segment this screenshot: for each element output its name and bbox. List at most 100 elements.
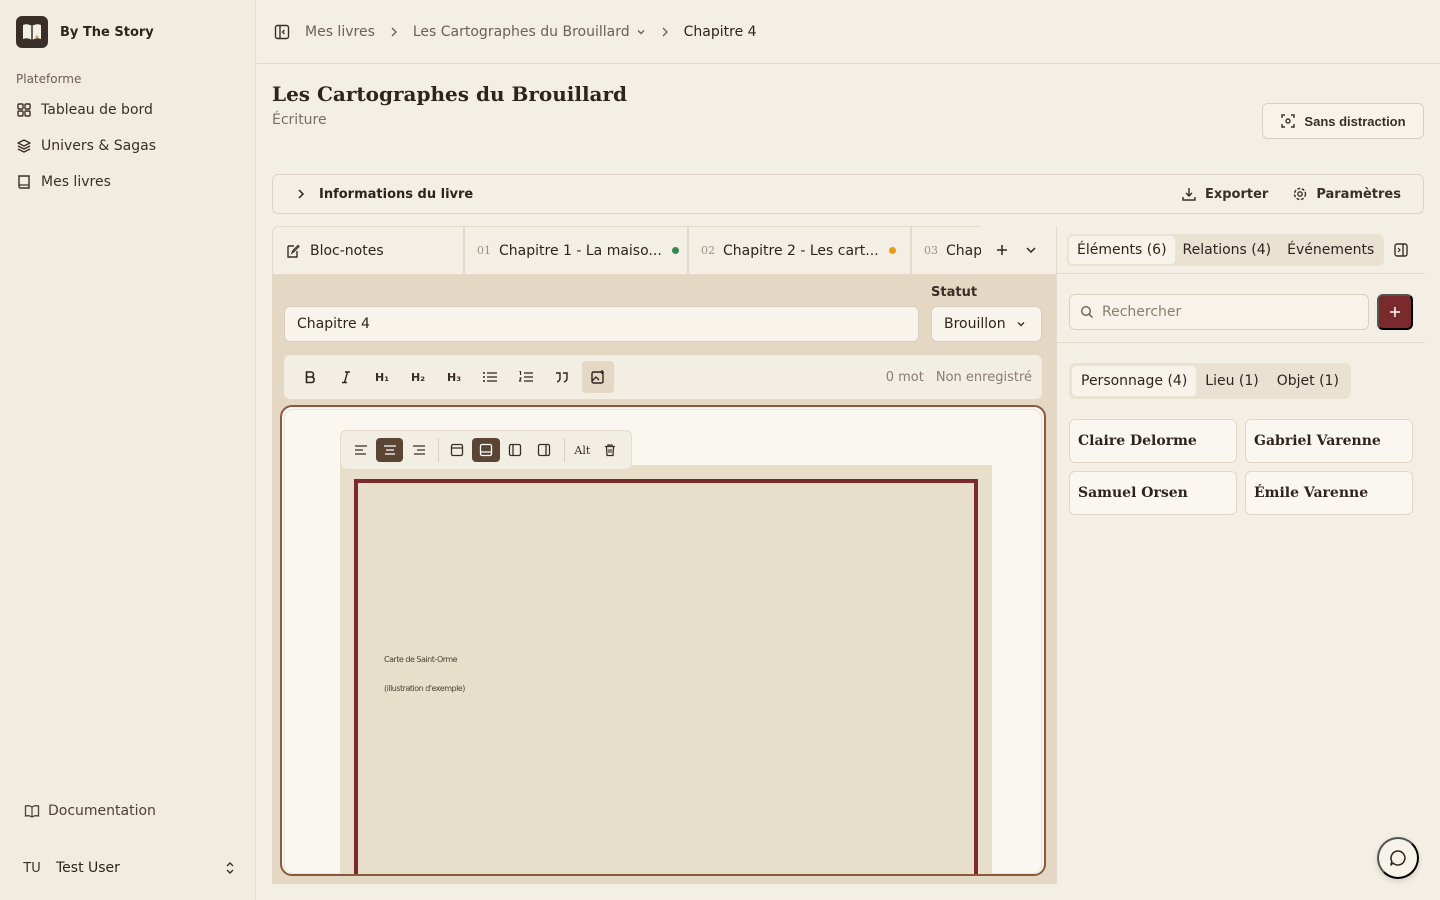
panel-tabs: Éléments (6) Relations (4) Événements — [1067, 234, 1385, 266]
h1-icon: H₁ — [374, 370, 390, 384]
breadcrumb-book-label: Les Cartographes du Brouillard — [412, 23, 630, 40]
editor-content: Alt Carte de Saint-Orme (illustration d'… — [284, 409, 1042, 874]
search-input[interactable] — [1102, 304, 1352, 320]
tab-chapter-2[interactable]: 02 Chapitre 2 - Les cart... — [688, 226, 911, 274]
heading-3-button[interactable]: H₃ — [438, 361, 470, 393]
tab-chapter-3[interactable]: 03 Chap — [911, 226, 981, 274]
ordered-list-icon — [518, 370, 533, 382]
tab-notes[interactable]: Bloc-notes — [272, 226, 464, 274]
align-center-icon — [383, 445, 396, 455]
status-dot — [671, 247, 679, 254]
image-button[interactable] — [582, 361, 614, 393]
align-center-button[interactable] — [376, 438, 404, 462]
breadcrumb: Mes livres Les Cartographes du Brouillar… — [305, 24, 757, 40]
grid-icon — [17, 103, 31, 117]
brand[interactable]: By The Story — [16, 16, 154, 48]
documentation-link[interactable]: Documentation — [24, 803, 156, 819]
image-add-icon — [591, 370, 604, 384]
layout-right-icon — [538, 443, 551, 457]
element-card[interactable]: Samuel Orsen — [1069, 471, 1237, 515]
sidebar-item-label: Mes livres — [41, 174, 111, 190]
layout-left-button[interactable] — [502, 438, 529, 462]
settings-button[interactable]: Paramètres — [1292, 186, 1401, 202]
bold-button[interactable] — [294, 361, 326, 393]
breadcrumb-books[interactable]: Mes livres — [305, 24, 375, 40]
quote-icon — [556, 372, 568, 383]
focus-mode-button[interactable]: Sans distraction — [1262, 103, 1424, 139]
chapter-title-input[interactable] — [284, 306, 919, 342]
save-state: Non enregistré — [935, 369, 1032, 385]
element-cards: Claire Delorme Gabriel Varenne Samuel Or… — [1069, 419, 1413, 515]
align-left-button[interactable] — [347, 438, 374, 462]
delete-image-button[interactable] — [596, 438, 623, 462]
book-info-toggle[interactable]: Informations du livre — [319, 187, 473, 202]
ordered-list-button[interactable] — [510, 361, 542, 393]
sidebar-item-books[interactable]: Mes livres — [16, 174, 111, 190]
tab-chapter-number: 03 — [924, 244, 938, 257]
sidebar-toggle-icon[interactable] — [273, 23, 291, 41]
book-icon — [18, 175, 30, 189]
h2-icon: H₂ — [410, 370, 426, 384]
category-place[interactable]: Lieu (1) — [1196, 366, 1267, 396]
element-card[interactable]: Gabriel Varenne — [1245, 419, 1413, 463]
plus-icon[interactable] — [995, 243, 1009, 257]
bullet-list-button[interactable] — [474, 361, 506, 393]
text-editor[interactable]: Alt Carte de Saint-Orme (illustration d'… — [280, 405, 1046, 876]
page-title: Les Cartographes du Brouillard — [272, 82, 628, 106]
open-book-icon — [24, 805, 40, 818]
breadcrumb-book[interactable]: Les Cartographes du Brouillard — [413, 24, 646, 40]
alt-text-button[interactable]: Alt — [569, 444, 596, 457]
element-card[interactable]: Émile Varenne — [1245, 471, 1413, 515]
chat-bubble-icon — [1390, 850, 1406, 866]
heading-2-button[interactable]: H₂ — [402, 361, 434, 393]
sidebar-item-dashboard[interactable]: Tableau de bord — [16, 102, 153, 118]
image-toolbar: Alt — [340, 430, 632, 470]
quote-button[interactable] — [546, 361, 578, 393]
focus-mode-label: Sans distraction — [1304, 113, 1406, 129]
image-figure[interactable]: Carte de Saint-Orme (illustration d'exem… — [340, 465, 992, 874]
panel-collapse-icon[interactable] — [1393, 242, 1409, 258]
align-right-icon — [412, 445, 425, 455]
layout-top-button[interactable] — [443, 438, 470, 462]
add-element-button[interactable] — [1377, 294, 1413, 330]
breadcrumb-chapter: Chapitre 4 — [683, 23, 757, 40]
align-right-button[interactable] — [405, 438, 432, 462]
divider — [1057, 273, 1425, 274]
divider — [1057, 342, 1425, 343]
map-caption-note: (illustration d'exemple) — [384, 684, 465, 693]
user-menu[interactable]: TU Test User — [16, 852, 244, 884]
plus-icon — [1390, 307, 1400, 317]
tab-relations[interactable]: Relations (4) — [1175, 236, 1280, 264]
layout-bottom-button[interactable] — [472, 438, 500, 462]
search-box[interactable] — [1069, 294, 1369, 330]
tab-events[interactable]: Événements — [1279, 236, 1382, 264]
elements-panel: Éléments (6) Relations (4) Événements Pe… — [1056, 226, 1425, 884]
heading-1-button[interactable]: H₁ — [366, 361, 398, 393]
status-select[interactable]: Brouillon — [931, 306, 1042, 342]
tab-elements[interactable]: Éléments (6) — [1069, 236, 1175, 264]
category-character[interactable]: Personnage (4) — [1072, 366, 1197, 396]
status-dot — [888, 247, 896, 254]
layout-top-icon — [450, 443, 464, 457]
word-count: 0 mot — [885, 369, 924, 385]
chevron-right-icon[interactable] — [295, 188, 307, 200]
chat-button[interactable] — [1377, 837, 1419, 879]
brand-name: By The Story — [60, 24, 154, 40]
sidebar-item-label: Tableau de bord — [41, 102, 153, 118]
export-button[interactable]: Exporter — [1181, 186, 1268, 202]
chevrons-up-down-icon — [226, 862, 234, 874]
layers-icon — [17, 139, 31, 153]
italic-button[interactable] — [330, 361, 362, 393]
chevron-down-icon[interactable] — [1025, 244, 1037, 256]
chapter-tabs: Bloc-notes 01 Chapitre 1 - La maiso... 0… — [272, 226, 1056, 274]
book-logo-icon — [16, 16, 48, 48]
h3-icon: H₃ — [446, 370, 462, 384]
element-card[interactable]: Claire Delorme — [1069, 419, 1237, 463]
tab-chapter-1[interactable]: 01 Chapitre 1 - La maiso... — [464, 226, 688, 274]
chevron-down-icon — [637, 29, 645, 34]
layout-right-button[interactable] — [531, 438, 558, 462]
settings-label: Paramètres — [1316, 186, 1401, 202]
category-object[interactable]: Objet (1) — [1268, 366, 1348, 396]
tab-chapter-number: 02 — [701, 244, 715, 257]
sidebar-item-universes[interactable]: Univers & Sagas — [16, 138, 156, 154]
